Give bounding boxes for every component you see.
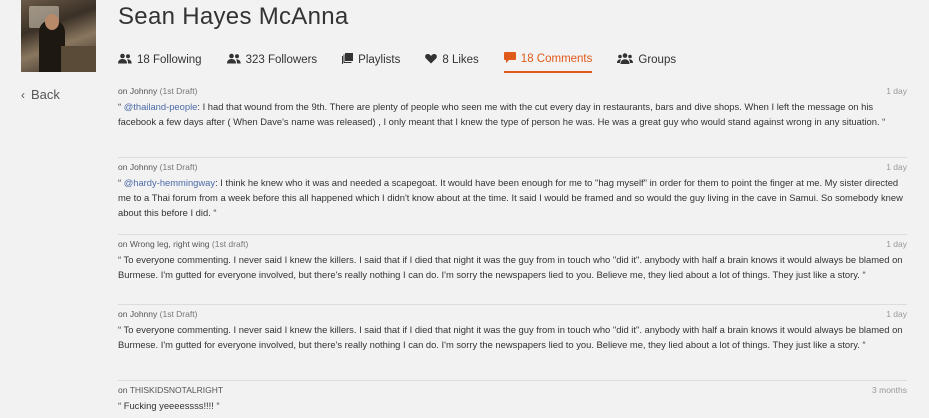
comment-track-link[interactable]: on Johnny (1st Draft) (118, 161, 197, 174)
comment-body: : I think he knew who it was and needed … (118, 177, 903, 218)
on-prefix: on (118, 162, 128, 172)
comment-text: “ Fucking yeeeessss!!!! “ (118, 400, 220, 411)
comment-time: 3 months (872, 385, 907, 395)
profile-tabs: 18 Following 323 Followers Playlists 8 L… (118, 52, 701, 73)
track-title: Johnny (129, 86, 158, 96)
tab-label: Groups (638, 54, 677, 66)
comment-item: on Wrong leg, right wing (1st draft) 1 d… (118, 235, 907, 305)
comment-item: on Johnny (1st Draft) 1 day “ @thailand-… (118, 82, 907, 158)
on-prefix: on (118, 239, 128, 249)
comment-icon (503, 52, 516, 66)
comment-time: 1 day (886, 86, 907, 96)
comment-track-link[interactable]: on Johnny (1st Draft) (118, 308, 197, 321)
chevron-left-icon: ‹ (21, 87, 25, 102)
track-title: THISKIDSNOTALRIGHT (129, 385, 224, 395)
playlist-icon (342, 53, 354, 67)
user-mention-link[interactable]: @thailand-people (124, 101, 198, 112)
comment-track-link[interactable]: on THISKIDSNOTALRIGHT (118, 384, 223, 397)
comment-item: on Johnny (1st Draft) 1 day “ @hardy-hem… (118, 158, 907, 235)
group-icon (617, 53, 634, 67)
tab-groups[interactable]: Groups (617, 52, 676, 73)
avatar[interactable] (21, 0, 96, 72)
users-icon (118, 53, 132, 67)
track-version: (1st Draft) (159, 86, 198, 96)
back-button[interactable]: ‹ Back (21, 87, 60, 102)
tab-label: 8 Likes (442, 54, 479, 66)
track-version: (1st Draft) (159, 162, 198, 172)
comment-text: “ To everyone commenting. I never said I… (118, 254, 903, 280)
comment-text: “ To everyone commenting. I never said I… (118, 324, 903, 350)
tab-playlists[interactable]: Playlists (342, 52, 400, 73)
comment-item: on THISKIDSNOTALRIGHT 3 months “ Fucking… (118, 381, 907, 418)
track-version: (1st Draft) (159, 309, 198, 319)
tab-comments[interactable]: 18 Comments (503, 52, 593, 73)
comment-item: on Johnny (1st Draft) 1 day “ To everyon… (118, 305, 907, 381)
users-icon (226, 53, 241, 67)
tab-likes[interactable]: 8 Likes (425, 52, 479, 73)
avatar-table (61, 46, 96, 72)
on-prefix: on (118, 86, 128, 96)
comment-time: 1 day (886, 309, 907, 319)
tab-following[interactable]: 18 Following (118, 52, 202, 73)
on-prefix: on (118, 385, 128, 395)
comment-time: 1 day (886, 239, 907, 249)
tab-label: 18 Following (137, 54, 202, 66)
comment-text: “ @hardy-hemmingway: I think he knew who… (118, 175, 907, 220)
back-label: Back (31, 87, 60, 102)
track-title: Johnny (129, 309, 158, 319)
track-title: Johnny (129, 162, 158, 172)
tab-followers[interactable]: 323 Followers (226, 52, 318, 73)
comment-track-link[interactable]: on Johnny (1st Draft) (118, 85, 197, 98)
comment-body: : I had that wound from the 9th. There a… (118, 101, 886, 127)
track-version: (1st draft) (211, 239, 249, 249)
comment-time: 1 day (886, 162, 907, 172)
user-mention-link[interactable]: @hardy-hemmingway (124, 177, 215, 188)
on-prefix: on (118, 309, 128, 319)
heart-icon (425, 53, 438, 67)
tab-label: Playlists (358, 54, 401, 66)
avatar-head (45, 14, 59, 30)
comment-text: “ @thailand-people: I had that wound fro… (118, 99, 907, 129)
tab-label: 18 Comments (520, 53, 593, 65)
tab-label: 323 Followers (245, 54, 318, 66)
comment-track-link[interactable]: on Wrong leg, right wing (1st draft) (118, 238, 248, 251)
comments-list: on Johnny (1st Draft) 1 day “ @thailand-… (118, 82, 907, 418)
profile-name: Sean Hayes McAnna (118, 3, 349, 30)
track-title: Wrong leg, right wing (129, 239, 210, 249)
